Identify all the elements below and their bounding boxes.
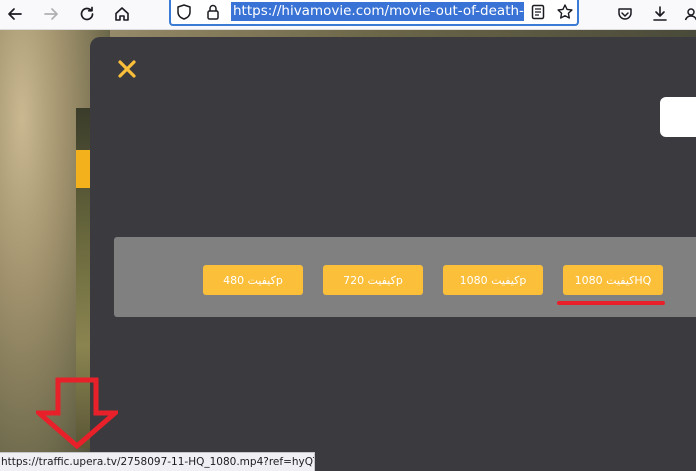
highlight-underline	[557, 301, 665, 305]
url-bar[interactable]: https://hivamovie.com/movie-out-of-death…	[169, 0, 579, 26]
bookmark-star-icon[interactable]	[556, 3, 574, 21]
download-icon	[653, 6, 667, 21]
quality-1080p-button[interactable]: کیفیت 1080p	[443, 265, 543, 295]
close-icon[interactable]	[116, 58, 138, 80]
account-icon	[684, 8, 696, 21]
quality-1080hq-button[interactable]: کیفیت 1080HQ	[563, 265, 663, 295]
reload-button[interactable]	[74, 1, 100, 27]
reload-icon	[80, 6, 94, 21]
pocket-button[interactable]	[612, 1, 638, 27]
account-button[interactable]	[678, 1, 696, 27]
shield-icon	[177, 4, 191, 20]
quality-480p-button[interactable]: کیفیت 480p	[203, 265, 303, 295]
home-button[interactable]	[109, 1, 135, 27]
lock-icon[interactable]	[204, 3, 222, 21]
link-status-bar: https://traffic.upera.tv/2758097-11-HQ_1…	[0, 452, 315, 471]
modal-white-panel	[660, 97, 696, 137]
arrow-left-icon	[8, 8, 22, 20]
back-button[interactable]	[2, 1, 28, 27]
down-arrow-annotation-icon	[36, 377, 118, 449]
url-text[interactable]: https://hivamovie.com/movie-out-of-death…	[231, 2, 524, 21]
home-icon	[115, 7, 129, 21]
downloads-button[interactable]	[647, 1, 673, 27]
pocket-icon	[618, 8, 632, 20]
forward-button[interactable]	[38, 1, 64, 27]
arrow-right-icon	[44, 8, 58, 20]
reader-view-icon[interactable]	[529, 3, 547, 21]
quality-720p-button[interactable]: کیفیت 720p	[323, 265, 423, 295]
browser-toolbar: https://hivamovie.com/movie-out-of-death…	[0, 0, 696, 30]
